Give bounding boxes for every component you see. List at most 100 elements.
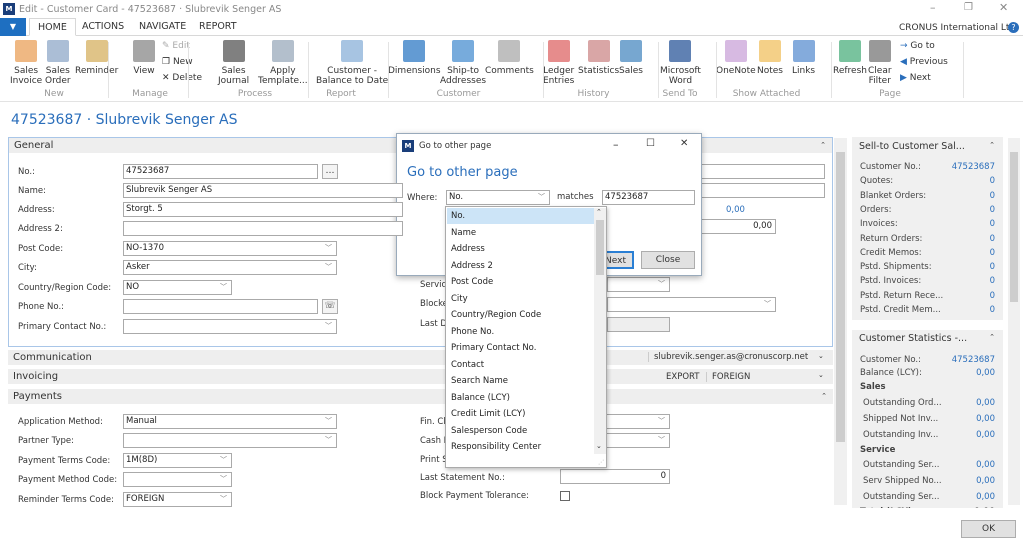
dropdown-option[interactable]: Country/Region Code	[447, 307, 595, 323]
factbox-scrollbar[interactable]	[1008, 138, 1020, 505]
restore-icon[interactable]: ❐	[964, 2, 973, 13]
minimize-icon[interactable]: –	[613, 138, 619, 151]
ribbon-delete-button[interactable]: ✕ Delete	[162, 73, 202, 83]
ribbon-button[interactable]: Reminder	[75, 40, 118, 76]
row-value-link[interactable]: 0	[990, 176, 995, 186]
field-input[interactable]: ﹀	[123, 319, 337, 334]
ribbon-button[interactable]: Clear Filter	[868, 40, 892, 86]
app-menu-button[interactable]: ▼	[0, 18, 26, 36]
factbox-title[interactable]: Customer Statistics -...	[859, 333, 967, 344]
minimize-icon[interactable]: –	[930, 1, 936, 14]
row-value-link[interactable]: 0	[990, 191, 995, 201]
field-input[interactable]	[123, 221, 403, 236]
ribbon-button[interactable]: OneNote	[716, 40, 756, 76]
ribbon-button[interactable]: View	[133, 40, 155, 76]
ribbon-button[interactable]: Comments	[485, 40, 534, 76]
close-button[interactable]: Close	[641, 251, 695, 269]
maximize-icon[interactable]: ☐	[646, 138, 655, 149]
ribbon-button[interactable]: Sales Journal	[218, 40, 249, 86]
ribbon-button[interactable]: Dimensions	[388, 40, 441, 76]
row-value-link[interactable]: 0,00	[976, 368, 995, 378]
row-value-link[interactable]: 47523687	[952, 355, 995, 365]
ribbon-button[interactable]: Microsoft Word	[660, 40, 701, 86]
service-select[interactable]: ﹀	[607, 277, 670, 292]
dropdown-option[interactable]: Balance (LCY)	[447, 390, 595, 406]
collapse-icon[interactable]: ⌃	[989, 333, 995, 341]
right-field-2[interactable]	[700, 183, 825, 198]
field-input[interactable]: NO ﹀	[123, 280, 232, 295]
ribbon-button[interactable]: Sales Order	[45, 40, 71, 86]
dropdown-option[interactable]: Salesperson Code	[447, 423, 595, 439]
scroll-thumb[interactable]	[836, 152, 845, 442]
ribbon-button[interactable]: Customer - Balance to Date	[316, 40, 388, 86]
blocked-select[interactable]: ﹀	[607, 297, 776, 312]
row-value-link[interactable]: 0	[990, 276, 995, 286]
row-value-link[interactable]: 0,00	[976, 476, 995, 486]
dropdown-option[interactable]: Name	[447, 225, 595, 241]
ribbon-button[interactable]: Sales Invoice	[10, 40, 42, 86]
ribbon-button[interactable]: Refresh	[833, 40, 867, 76]
list-scrollbar[interactable]: ⌃ ⌄	[594, 208, 606, 454]
row-value-link[interactable]: 0,00	[976, 414, 995, 424]
last-statement-field[interactable]: 0	[560, 469, 670, 484]
factbox-title[interactable]: Sell-to Customer Sal...	[859, 141, 965, 152]
ribbon-button[interactable]: Statistics	[578, 40, 619, 76]
tab-home[interactable]: HOME	[29, 18, 76, 36]
row-value-link[interactable]: 0	[990, 219, 995, 229]
ribbon-page-button[interactable]: ▶ Next	[900, 73, 931, 83]
scroll-down-icon[interactable]: ⌄	[596, 442, 602, 450]
matches-input[interactable]: 47523687	[602, 190, 695, 205]
field-input[interactable]: Storgt. 5	[123, 202, 403, 217]
credit-limit-field[interactable]: 0,00	[700, 219, 776, 234]
ribbon-button[interactable]: Apply Template...	[258, 40, 308, 86]
row-value-link[interactable]: 0,00	[974, 507, 995, 508]
row-value-link[interactable]: 0	[990, 305, 995, 315]
expand-icon[interactable]: ⌄	[818, 352, 824, 360]
row-value-link[interactable]: 0	[990, 262, 995, 272]
ribbon-edit-button[interactable]: ✎ Edit	[162, 41, 190, 51]
row-value-link[interactable]: 0,00	[976, 398, 995, 408]
field-select[interactable]: ﹀	[123, 472, 232, 487]
row-value-link[interactable]: 0,00	[976, 430, 995, 440]
payments-header[interactable]: Payments ⌃	[8, 389, 833, 404]
scroll-up-icon[interactable]: ⌃	[596, 208, 602, 216]
tab-actions[interactable]: ACTIONS	[74, 18, 132, 36]
block-tolerance-checkbox[interactable]	[560, 491, 570, 501]
dropdown-option[interactable]: Credit Limit (LCY)	[447, 406, 595, 422]
where-select[interactable]: No. ﹀	[446, 190, 550, 205]
scroll-thumb[interactable]	[596, 220, 604, 275]
dropdown-option[interactable]: Contact	[447, 357, 595, 373]
help-icon[interactable]: ?	[1008, 22, 1019, 33]
dropdown-option[interactable]: Address	[447, 241, 595, 257]
ribbon-button[interactable]: Sales	[619, 40, 643, 76]
right-field-1[interactable]	[700, 164, 825, 179]
close-icon[interactable]: ✕	[680, 138, 688, 149]
dropdown-option[interactable]: Responsibility Center	[447, 439, 595, 455]
scroll-thumb[interactable]	[1010, 152, 1018, 302]
tab-navigate[interactable]: NAVIGATE	[131, 18, 194, 36]
collapse-icon[interactable]: ⌃	[989, 141, 995, 149]
ok-button[interactable]: OK	[961, 520, 1016, 538]
main-scrollbar[interactable]	[834, 138, 847, 505]
expand-icon[interactable]: ⌄	[818, 371, 824, 379]
row-value-link[interactable]: 0	[990, 291, 995, 301]
dropdown-option[interactable]: City	[447, 291, 595, 307]
ribbon-button[interactable]: Notes	[757, 40, 783, 76]
field-input[interactable]: NO-1370 ﹀	[123, 241, 337, 256]
phone-call-icon[interactable]: ☏	[322, 299, 338, 314]
resize-grip-icon[interactable]: ⋰	[598, 459, 604, 466]
tab-report[interactable]: REPORT	[191, 18, 245, 36]
field-input[interactable]	[123, 299, 318, 314]
field-input[interactable]: Slubrevik Senger AS	[123, 183, 403, 198]
ribbon-button[interactable]: Ledger Entries	[543, 40, 574, 86]
dropdown-option[interactable]: Post Code	[447, 274, 595, 290]
dropdown-option[interactable]: Phone No.	[447, 324, 595, 340]
row-value-link[interactable]: 0	[990, 205, 995, 215]
ribbon-button[interactable]: Ship-to Addresses	[440, 40, 486, 86]
row-value-link[interactable]: 47523687	[952, 162, 995, 172]
dropdown-option[interactable]: Address 2	[447, 258, 595, 274]
close-icon[interactable]: ✕	[999, 1, 1008, 14]
field-select[interactable]: ﹀	[123, 433, 337, 448]
field-select[interactable]: 1M(8D) ﹀	[123, 453, 232, 468]
field-select[interactable]: Manual ﹀	[123, 414, 337, 429]
